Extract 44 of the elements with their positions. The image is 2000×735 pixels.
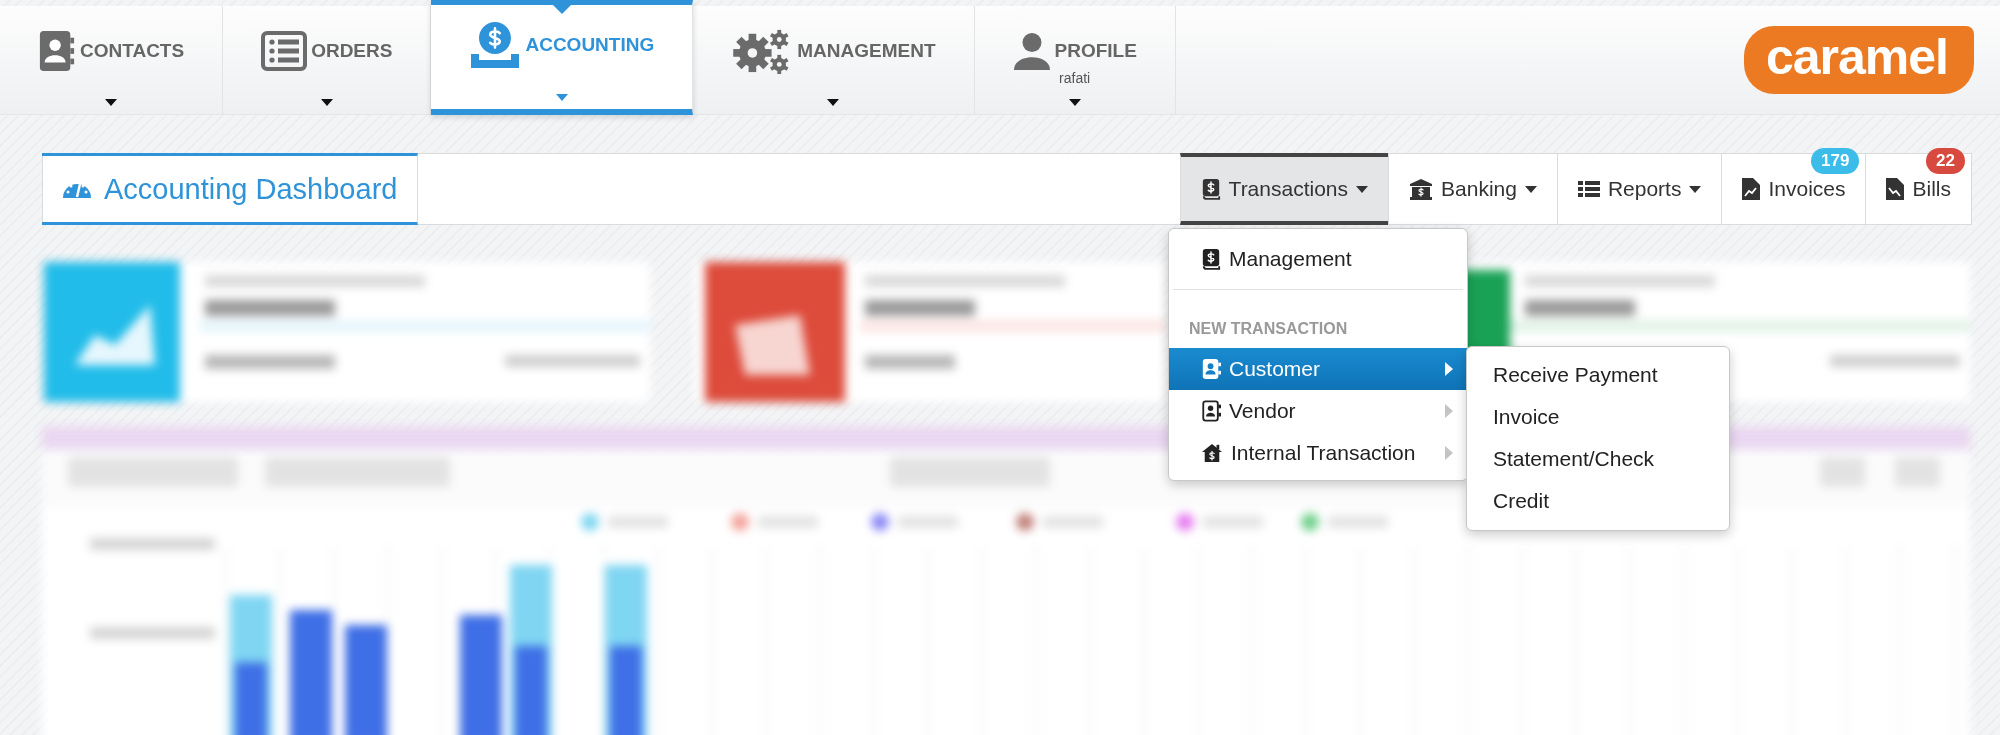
count-badge: 22 xyxy=(1926,148,1965,174)
caret-icon xyxy=(320,99,333,106)
address-book-icon xyxy=(38,30,76,72)
ledger-dollar-icon xyxy=(1201,248,1221,270)
menu-item[interactable]: Invoice xyxy=(1467,396,1586,438)
nav-tab[interactable]: MANAGEMENT xyxy=(693,6,975,114)
caret-icon xyxy=(555,94,568,101)
person-icon xyxy=(1012,32,1051,70)
contact-card-icon xyxy=(1201,358,1221,380)
caret-icon xyxy=(827,99,840,106)
caret-icon xyxy=(1524,185,1537,193)
ledger-dollar-icon xyxy=(1200,178,1221,200)
contact-card-icon xyxy=(1201,400,1221,422)
chevron-right-icon xyxy=(1445,362,1453,376)
caret-icon xyxy=(1356,185,1368,193)
chevron-right-icon xyxy=(1445,404,1453,418)
pointer-icon xyxy=(552,5,571,14)
document-chart-icon xyxy=(1886,178,1905,200)
toolbar-tab[interactable]: Transactions xyxy=(1179,153,1388,225)
caret-icon xyxy=(1068,99,1081,106)
toolbar-tab[interactable]: Reports xyxy=(1556,153,1722,225)
count-badge: 179 xyxy=(1811,148,1860,174)
list-icon xyxy=(1577,180,1600,198)
username: rafati xyxy=(1059,70,1091,86)
caret-icon xyxy=(105,99,118,106)
caret-icon xyxy=(1689,185,1702,193)
list-icon xyxy=(261,31,308,71)
menu-header: NEW TRANSACTION xyxy=(1188,319,1349,339)
nav-tab[interactable]: PROFILE rafati xyxy=(974,6,1176,114)
menu-item[interactable]: Customer xyxy=(1169,348,1467,390)
menu-item[interactable]: Receive Payment xyxy=(1467,354,1684,396)
document-chart-icon xyxy=(1742,178,1761,200)
bank-icon xyxy=(1409,178,1433,200)
menu-item[interactable]: Management xyxy=(1169,233,1467,285)
dollar-coin-icon xyxy=(469,20,522,70)
nav-tab[interactable]: ORDERS xyxy=(223,6,432,114)
toolbar-tab[interactable]: Banking xyxy=(1388,153,1557,225)
menu-item[interactable]: Internal Transaction xyxy=(1169,432,1467,474)
house-dollar-icon xyxy=(1201,443,1223,463)
menu-item[interactable]: Vendor xyxy=(1169,390,1467,432)
chevron-right-icon xyxy=(1445,446,1453,460)
menu-item[interactable]: Credit xyxy=(1467,480,1576,522)
nav-tab[interactable]: CONTACTS xyxy=(0,6,224,114)
menu-item[interactable]: Statement/Check xyxy=(1467,438,1681,480)
